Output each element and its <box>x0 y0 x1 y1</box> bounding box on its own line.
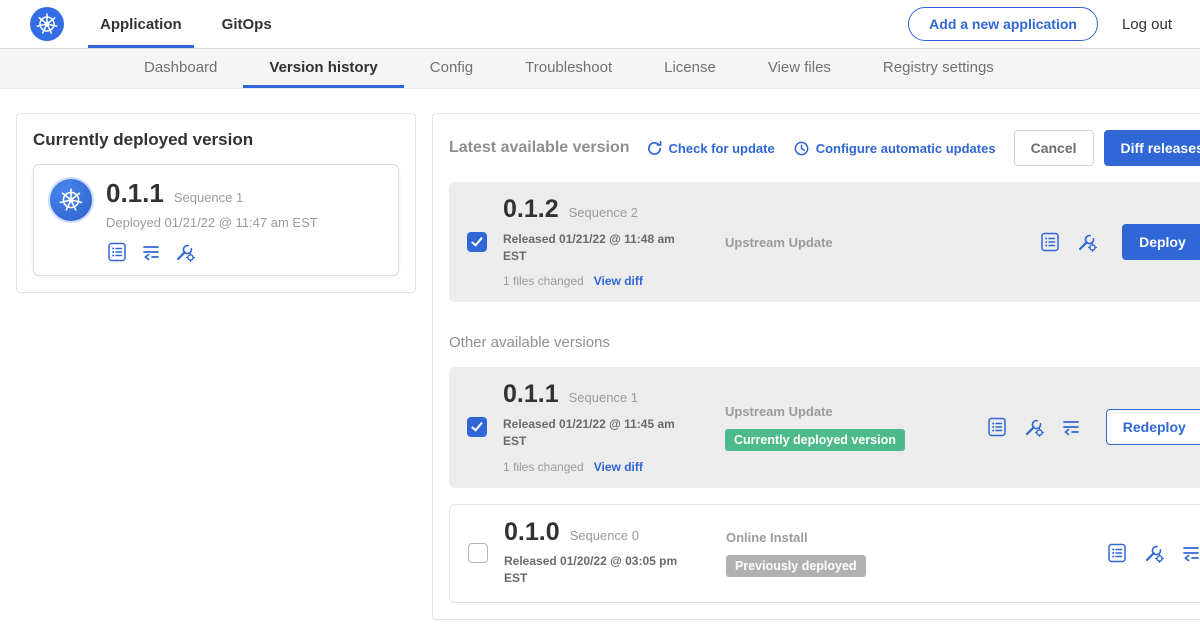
deployed-actions <box>106 241 318 263</box>
deployed-timestamp: Deployed 01/21/22 @ 11:47 am EST <box>106 215 318 230</box>
source-label: Upstream Update <box>725 404 833 419</box>
version-sequence: Sequence 2 <box>569 205 638 220</box>
version-source: Online Install Previously deployed <box>726 530 961 577</box>
edit-config-icon[interactable] <box>174 241 196 263</box>
latest-header: Latest available version Check for updat… <box>449 130 1200 166</box>
version-source: Upstream Update <box>725 235 960 250</box>
currently-deployed-panel: Currently deployed version <box>16 113 416 293</box>
previously-deployed-badge: Previously deployed <box>726 555 866 577</box>
version-number: 0.1.1 <box>503 381 559 409</box>
tab-view-files[interactable]: View files <box>742 49 857 88</box>
topnav-tabs: Application GitOps <box>88 0 300 48</box>
version-info: 0.1.1 Sequence 1 Released 01/21/22 @ 11:… <box>503 381 703 473</box>
deploy-logs-icon[interactable] <box>1060 416 1082 438</box>
deploy-logs-icon[interactable] <box>1180 542 1200 564</box>
version-row: 0.1.0 Sequence 0 Released 01/20/22 @ 03:… <box>449 504 1200 603</box>
source-label: Online Install <box>726 530 808 545</box>
app-icon <box>50 179 92 221</box>
tab-troubleshoot[interactable]: Troubleshoot <box>499 49 638 88</box>
tab-dashboard[interactable]: Dashboard <box>118 49 243 88</box>
deployed-version-info: 0.1.1 Sequence 1 Deployed 01/21/22 @ 11:… <box>106 179 318 263</box>
refresh-icon <box>646 140 663 157</box>
latest-panel-title: Latest available version <box>449 139 630 157</box>
kubernetes-logo <box>30 7 64 41</box>
source-label: Upstream Update <box>725 235 833 250</box>
other-versions-title: Other available versions <box>449 334 1200 351</box>
release-notes-icon[interactable] <box>986 416 1008 438</box>
version-checkbox[interactable] <box>467 417 487 437</box>
release-notes-icon[interactable] <box>106 241 128 263</box>
files-changed-label: 1 files changed <box>503 460 584 474</box>
edit-config-icon[interactable] <box>1076 231 1098 253</box>
tab-config[interactable]: Config <box>404 49 499 88</box>
version-number: 0.1.0 <box>504 519 560 547</box>
header-actions: Cancel Diff releases <box>1014 130 1200 166</box>
version-number: 0.1.2 <box>503 196 559 224</box>
check-for-update-link[interactable]: Check for update <box>646 140 775 157</box>
app-sub-nav: Dashboard Version history Config Trouble… <box>0 49 1200 89</box>
edit-config-icon[interactable] <box>1023 416 1045 438</box>
edit-config-icon[interactable] <box>1143 542 1165 564</box>
clock-icon <box>793 140 810 157</box>
version-checkbox[interactable] <box>468 543 488 563</box>
currently-deployed-badge: Currently deployed version <box>725 429 905 451</box>
released-timestamp: Released 01/20/22 @ 03:05 pm EST <box>504 553 686 588</box>
helm-wheel-icon <box>58 187 84 213</box>
topnav-right: Add a new application Log out <box>908 0 1172 48</box>
version-sequence: Sequence 1 <box>569 390 638 405</box>
tab-gitops[interactable]: GitOps <box>210 0 284 48</box>
logout-link[interactable]: Log out <box>1122 16 1172 33</box>
deployed-version-number: 0.1.1 <box>106 179 164 208</box>
version-actions: Deploy <box>1039 224 1200 260</box>
version-source: Upstream Update Currently deployed versi… <box>725 404 960 451</box>
version-checkbox[interactable] <box>467 232 487 252</box>
deploy-logs-icon[interactable] <box>140 241 162 263</box>
top-nav: Application GitOps Add a new application… <box>0 0 1200 49</box>
deployed-sequence: Sequence 1 <box>174 190 243 205</box>
released-timestamp: Released 01/21/22 @ 11:45 am EST <box>503 416 685 451</box>
tab-version-history[interactable]: Version history <box>243 49 403 88</box>
redeploy-button[interactable]: Redeploy <box>1106 409 1200 445</box>
tab-license[interactable]: License <box>638 49 742 88</box>
version-info: 0.1.2 Sequence 2 Released 01/21/22 @ 11:… <box>503 196 703 288</box>
version-sequence: Sequence 0 <box>570 528 639 543</box>
helm-wheel-icon <box>35 12 59 36</box>
view-diff-link[interactable]: View diff <box>594 274 643 288</box>
deployed-version-card: 0.1.1 Sequence 1 Deployed 01/21/22 @ 11:… <box>33 164 399 276</box>
main-content: Currently deployed version <box>0 89 1200 636</box>
version-info: 0.1.0 Sequence 0 Released 01/20/22 @ 03:… <box>504 519 704 588</box>
latest-version-panel: Latest available version Check for updat… <box>432 113 1200 620</box>
cancel-button[interactable]: Cancel <box>1014 130 1094 166</box>
version-row: 0.1.1 Sequence 1 Released 01/21/22 @ 11:… <box>449 367 1200 487</box>
view-diff-link[interactable]: View diff <box>594 460 643 474</box>
diff-releases-button[interactable]: Diff releases <box>1104 130 1200 166</box>
files-changed-label: 1 files changed <box>503 274 584 288</box>
released-timestamp: Released 01/21/22 @ 11:48 am EST <box>503 231 685 266</box>
deployed-panel-title: Currently deployed version <box>33 130 399 150</box>
release-notes-icon[interactable] <box>1039 231 1061 253</box>
tab-application[interactable]: Application <box>88 0 194 48</box>
tab-registry-settings[interactable]: Registry settings <box>857 49 1020 88</box>
release-notes-icon[interactable] <box>1106 542 1128 564</box>
deploy-button[interactable]: Deploy <box>1122 224 1200 260</box>
version-actions: Redeploy <box>986 409 1200 445</box>
version-actions <box>1106 542 1200 564</box>
version-row: 0.1.2 Sequence 2 Released 01/21/22 @ 11:… <box>449 182 1200 302</box>
configure-automatic-updates-link[interactable]: Configure automatic updates <box>793 140 996 157</box>
add-application-button[interactable]: Add a new application <box>908 7 1098 41</box>
